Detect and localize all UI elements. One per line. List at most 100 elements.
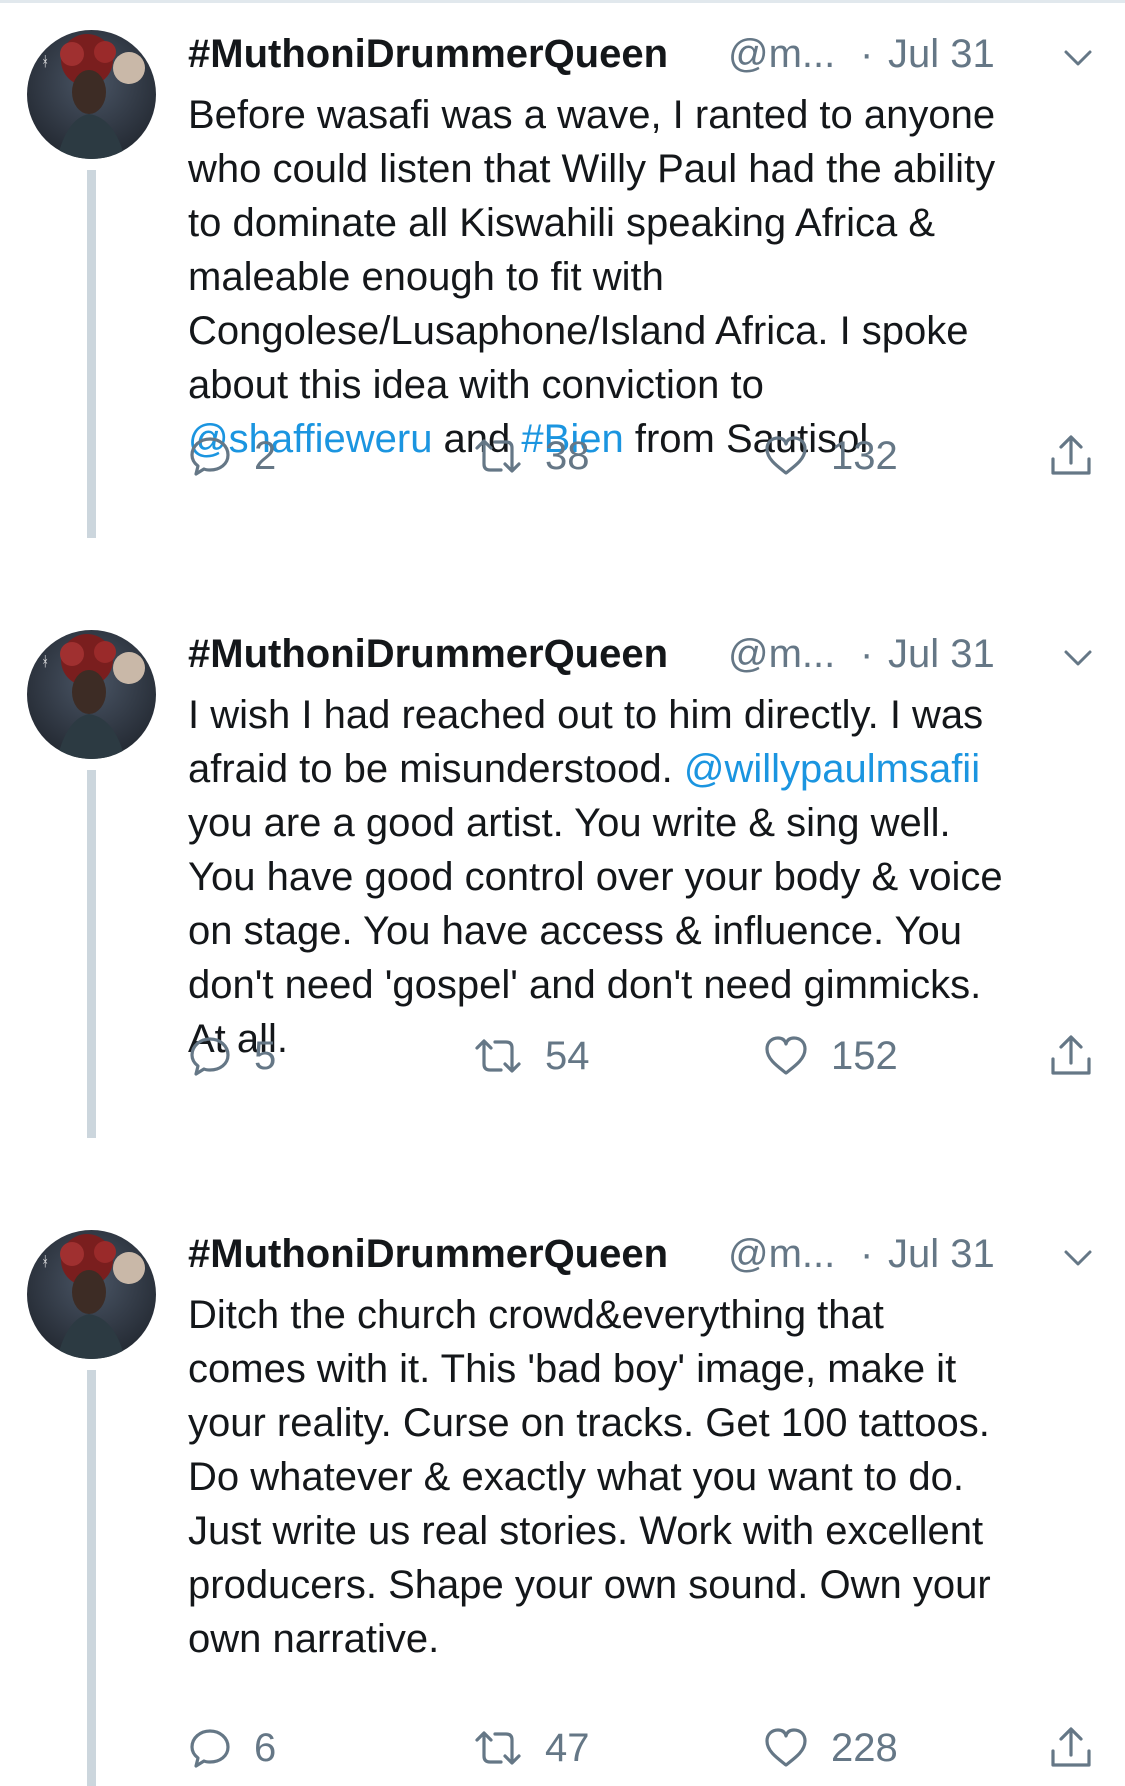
text-segment: Before wasafi was a wave, I ranted to an… (188, 93, 996, 137)
retweet-count: 38 (545, 433, 590, 478)
reply-count: 2 (254, 433, 277, 478)
avatar-image: ᚼ (27, 630, 156, 759)
svg-text:ᚼ: ᚼ (41, 54, 49, 70)
tweet-text-line: about this idea with conviction to (188, 358, 1100, 412)
tweet-text-line: you are a good artist. You write & sing … (188, 796, 1100, 850)
reply-count: 6 (254, 1725, 277, 1770)
text-segment: I wish I had reached out to him directly… (188, 693, 984, 737)
separator-dot: · (860, 1232, 874, 1276)
username-handle[interactable]: @m... (728, 632, 835, 677)
separator-dot: · (860, 632, 874, 676)
tweet-actions: 6 47 228 (188, 1718, 1100, 1778)
share-button[interactable] (1048, 1026, 1094, 1086)
display-name[interactable]: #MuthoniDrummerQueen (188, 1232, 668, 1277)
tweet-text-line: Before wasafi was a wave, I ranted to an… (188, 88, 1100, 142)
reply-button[interactable]: 2 (188, 426, 276, 486)
share-upload-icon (1051, 1035, 1091, 1075)
svg-text:ᚼ: ᚼ (41, 654, 49, 670)
reply-button[interactable]: 5 (188, 1026, 276, 1086)
retweet-arrows-icon (475, 1039, 521, 1073)
tweet-text: Before wasafi was a wave, I ranted to an… (188, 88, 1100, 466)
chevron-down-icon[interactable] (1060, 640, 1096, 676)
retweet-button[interactable]: 47 (473, 1718, 590, 1778)
svg-text:ᚼ: ᚼ (41, 1254, 49, 1270)
speech-bubble-icon (190, 437, 230, 476)
display-name[interactable]: #MuthoniDrummerQueen (188, 32, 668, 77)
text-segment: on stage. You have access & influence. Y… (188, 909, 962, 953)
tweet-text: Ditch the church crowd&everything that co… (188, 1288, 1100, 1666)
text-segment: don't need 'gospel' and don't need gimmi… (188, 963, 982, 1007)
tweet-text-line: afraid to be misunderstood. @willypaulms… (188, 742, 1100, 796)
text-segment: your reality. Curse on tracks. Get 100 t… (188, 1401, 990, 1445)
text-segment: you are a good artist. You write & sing … (188, 801, 951, 845)
avatar-image: ᚼ (27, 30, 156, 159)
heart-icon (765, 1728, 807, 1767)
retweet-count: 54 (545, 1033, 590, 1078)
text-segment: to dominate all Kiswahili speaking Afric… (188, 201, 936, 245)
tweet-text-line: Do whatever & exactly what you want to d… (188, 1450, 1100, 1504)
tweet-text-line: Congolese/Lusaphone/Island Africa. I spo… (188, 304, 1100, 358)
text-segment: own narrative. (188, 1617, 440, 1661)
avatar[interactable]: ᚼ (27, 30, 156, 159)
tweet-header: #MuthoniDrummerQueen @m... · Jul 31 (188, 30, 1100, 84)
reply-count: 5 (254, 1033, 277, 1078)
tweet-actions: 2 38 132 (188, 426, 1100, 486)
timestamp[interactable]: Jul 31 (888, 1232, 995, 1277)
heart-icon (765, 436, 807, 475)
share-button[interactable] (1048, 1718, 1094, 1778)
share-button[interactable] (1048, 426, 1094, 486)
tweet[interactable]: ᚼ #MuthoniDrummerQueen @m... · Jul 31 I … (0, 600, 1125, 1200)
username-handle[interactable]: @m... (728, 1232, 835, 1277)
like-count: 152 (831, 1033, 898, 1078)
retweet-arrows-icon (475, 439, 521, 473)
retweet-arrows-icon (475, 1731, 521, 1765)
tweet-text-line: comes with it. This 'bad boy' image, mak… (188, 1342, 1100, 1396)
avatar[interactable]: ᚼ (27, 1230, 156, 1359)
text-segment: Ditch the church crowd&everything that (188, 1293, 884, 1337)
mention-link[interactable]: @willypaulmsafii (684, 747, 980, 791)
tweet-header: #MuthoniDrummerQueen @m... · Jul 31 (188, 630, 1100, 684)
text-segment: producers. Shape your own sound. Own you… (188, 1563, 991, 1607)
username-handle[interactable]: @m... (728, 32, 835, 77)
text-segment: about this idea with conviction to (188, 363, 764, 407)
tweet-text-line: maleable enough to fit with (188, 250, 1100, 304)
retweet-button[interactable]: 38 (473, 426, 590, 486)
like-count: 228 (831, 1725, 898, 1770)
tweet-text: I wish I had reached out to him directly… (188, 688, 1100, 1066)
text-segment: Congolese/Lusaphone/Island Africa. I spo… (188, 309, 969, 353)
tweet-header: #MuthoniDrummerQueen @m... · Jul 31 (188, 1230, 1100, 1284)
like-button[interactable]: 152 (763, 1026, 898, 1086)
avatar[interactable]: ᚼ (27, 630, 156, 759)
like-button[interactable]: 228 (763, 1718, 898, 1778)
separator-dot: · (860, 32, 874, 76)
tweet[interactable]: ᚼ #MuthoniDrummerQueen @m... · Jul 31 Di… (0, 1200, 1125, 1786)
tweet-text-line: producers. Shape your own sound. Own you… (188, 1558, 1100, 1612)
text-segment: Just write us real stories. Work with ex… (188, 1509, 984, 1553)
tweet-text-line: who could listen that Willy Paul had the… (188, 142, 1100, 196)
timestamp[interactable]: Jul 31 (888, 32, 995, 77)
reply-button[interactable]: 6 (188, 1718, 276, 1778)
tweet-text-line: own narrative. (188, 1612, 1100, 1666)
text-segment: maleable enough to fit with (188, 255, 664, 299)
speech-bubble-icon (190, 1037, 230, 1076)
tweet-actions: 5 54 152 (188, 1026, 1100, 1086)
tweet-text-line: to dominate all Kiswahili speaking Afric… (188, 196, 1100, 250)
tweet[interactable]: ᚼ #MuthoniDrummerQueen @m... · Jul 31 Be… (0, 0, 1125, 600)
timestamp[interactable]: Jul 31 (888, 632, 995, 677)
text-segment: comes with it. This 'bad boy' image, mak… (188, 1347, 957, 1391)
share-upload-icon (1051, 1727, 1091, 1767)
retweet-count: 47 (545, 1725, 590, 1770)
text-segment: Do whatever & exactly what you want to d… (188, 1455, 964, 1499)
chevron-down-icon[interactable] (1060, 1240, 1096, 1276)
tweet-text-line: on stage. You have access & influence. Y… (188, 904, 1100, 958)
text-segment: who could listen that Willy Paul had the… (188, 147, 996, 191)
retweet-button[interactable]: 54 (473, 1026, 590, 1086)
tweet-text-line: You have good control over your body & v… (188, 850, 1100, 904)
text-segment: afraid to be misunderstood. (188, 747, 684, 791)
tweet-text-line: Ditch the church crowd&everything that (188, 1288, 1100, 1342)
tweet-text-line: don't need 'gospel' and don't need gimmi… (188, 958, 1100, 1012)
like-button[interactable]: 132 (763, 426, 898, 486)
display-name[interactable]: #MuthoniDrummerQueen (188, 632, 668, 677)
like-count: 132 (831, 433, 898, 478)
chevron-down-icon[interactable] (1060, 40, 1096, 76)
